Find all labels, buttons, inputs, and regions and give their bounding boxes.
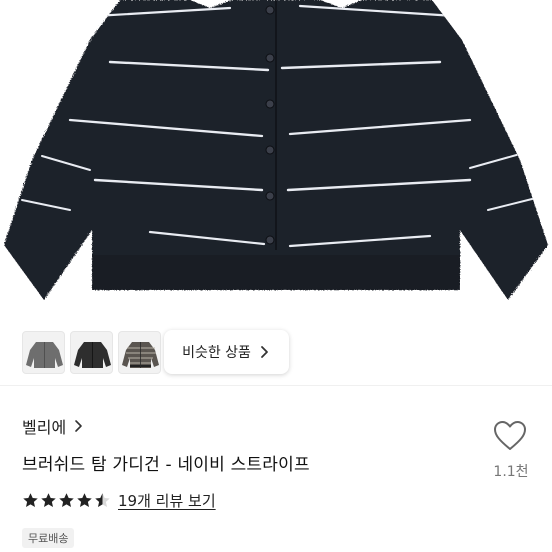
half-star-icon [95, 493, 110, 507]
chevron-right-icon [75, 420, 82, 432]
star-icon [59, 493, 74, 507]
thumbnail-strip [22, 331, 161, 374]
product-image-cardigan [4, 0, 548, 300]
thumbnail-charcoal-cardigan[interactable] [70, 331, 113, 374]
star-icon [41, 493, 56, 507]
brand-link[interactable]: 벨리에 [22, 414, 84, 438]
product-image-area[interactable] [0, 0, 552, 385]
similar-products-button[interactable]: 비슷한 상품 [164, 330, 289, 374]
free-shipping-badge: 무료배송 [22, 528, 75, 548]
thumbnail-striped-cardigan[interactable] [118, 331, 161, 374]
similar-products-label: 비슷한 상품 [182, 345, 251, 361]
chevron-right-icon [261, 346, 268, 358]
rating-row: 19개 리뷰 보기 [22, 490, 216, 511]
product-title: 브러쉬드 탐 가디건 - 네이비 스트라이프 [22, 455, 310, 475]
star-icon [23, 493, 38, 507]
likes-count: 1.1천 [493, 464, 529, 480]
review-link[interactable]: 19개 리뷰 보기 [118, 490, 216, 511]
heart-icon[interactable] [493, 420, 527, 452]
section-divider [0, 385, 552, 386]
cardigan-thumbnail-image [26, 342, 63, 368]
thumbnail-gray-cardigan[interactable] [22, 331, 65, 374]
star-icon [77, 493, 92, 507]
cardigan-thumbnail-image [122, 342, 159, 368]
rating-stars [22, 492, 111, 509]
brand-name: 벨리에 [22, 418, 67, 437]
cardigan-thumbnail-image [74, 342, 111, 368]
